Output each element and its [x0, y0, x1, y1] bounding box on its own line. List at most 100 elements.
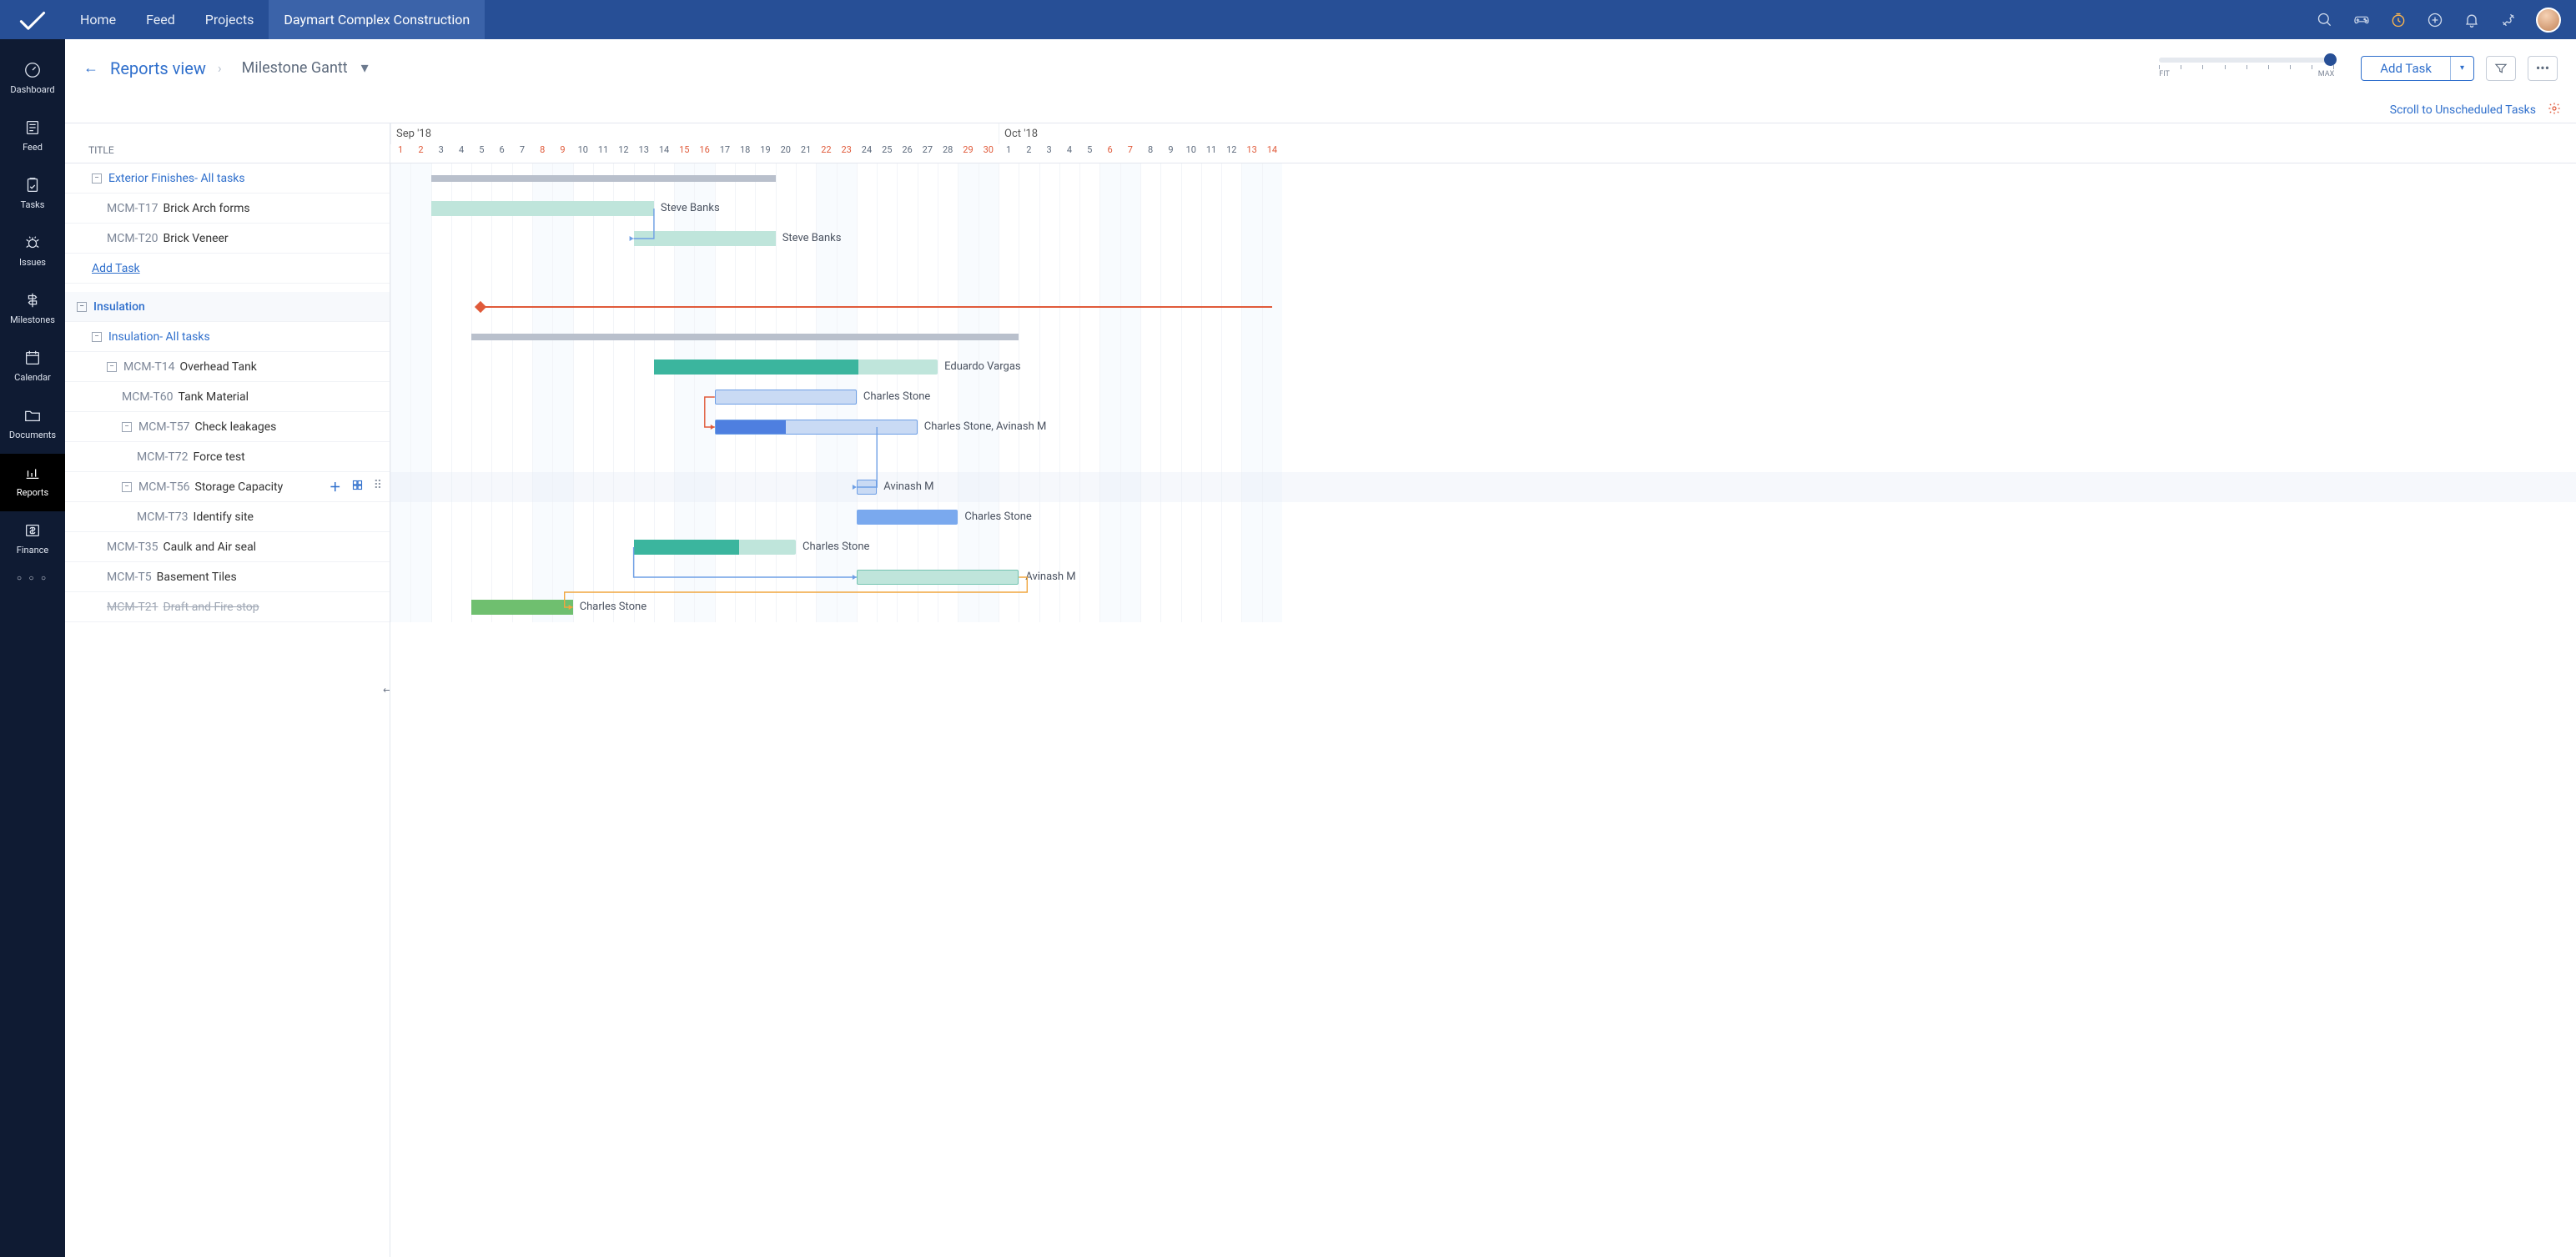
sidebar-item-reports[interactable]: Reports [0, 454, 65, 511]
day-label: 5 [1079, 144, 1099, 163]
avatar[interactable] [2536, 8, 2561, 33]
day-label: 9 [552, 144, 572, 163]
timeline-header: Sep '18Oct '18 1234567891011121314151617… [390, 123, 2576, 163]
task-row[interactable]: MCM-T72Force test [65, 442, 390, 472]
collapse-icon[interactable]: − [122, 482, 132, 492]
task-row[interactable]: MCM-T5Basement Tiles [65, 562, 390, 592]
month-label: Oct '18 [999, 123, 1282, 144]
top-tab-feed[interactable]: Feed [131, 0, 190, 39]
gamepad-icon[interactable] [2352, 11, 2371, 29]
task-id: MCM-T14 [123, 360, 175, 374]
assignee-label: Avinash M [883, 480, 933, 493]
day-label: 22 [816, 144, 836, 163]
sidebar-item-issues[interactable]: Issues [0, 224, 65, 281]
collapse-icon[interactable]: − [107, 362, 117, 372]
sidebar-more[interactable]: ○ ○ ○ [17, 574, 48, 583]
group-row[interactable]: −Exterior Finishes- All tasks [65, 163, 390, 194]
task-row[interactable]: −MCM-T14 Overhead Tank [65, 352, 390, 382]
task-bar[interactable] [431, 201, 654, 216]
back-arrow-icon[interactable]: ← [83, 59, 98, 77]
gantt-row: Steve Banks [390, 194, 2576, 224]
top-tab-home[interactable]: Home [65, 0, 131, 39]
zoom-slider[interactable]: FITMAX [2159, 58, 2334, 78]
breadcrumb-reports[interactable]: Reports view [110, 58, 206, 78]
drag-handle-icon[interactable]: ⠿ [374, 479, 381, 495]
summary-bar[interactable] [471, 334, 1019, 340]
sidebar-item-label: Issues [19, 257, 46, 268]
tools-icon[interactable] [2499, 11, 2518, 29]
day-label: 10 [1181, 144, 1201, 163]
sidebar-item-label: Milestones [10, 314, 55, 325]
group-row[interactable]: −Insulation- All tasks [65, 322, 390, 352]
view-selector[interactable]: Milestone Gantt ▾ [242, 59, 369, 77]
task-bar[interactable] [471, 600, 573, 615]
sidebar-item-milestones[interactable]: Milestones [0, 281, 65, 339]
sidebar-item-dashboard[interactable]: Dashboard [0, 51, 65, 108]
search-icon[interactable] [2316, 11, 2334, 29]
task-detail-icon[interactable] [351, 479, 364, 495]
bell-icon[interactable] [2463, 11, 2481, 29]
filter-button[interactable] [2486, 56, 2516, 81]
task-row[interactable]: −MCM-T56Storage Capacity＋⠿ [65, 472, 390, 502]
task-bar[interactable] [634, 540, 796, 555]
sidebar-item-documents[interactable]: Documents [0, 396, 65, 454]
sidebar-item-finance[interactable]: Finance [0, 511, 65, 569]
collapse-icon[interactable]: − [122, 422, 132, 432]
task-row[interactable]: MCM-T35Caulk and Air seal [65, 532, 390, 562]
sidebar-item-calendar[interactable]: Calendar [0, 339, 65, 396]
day-label: 15 [674, 144, 694, 163]
day-label: 17 [715, 144, 735, 163]
summary-bar[interactable] [431, 175, 776, 182]
add-task-dropdown[interactable]: ▾ [2450, 57, 2473, 80]
task-row[interactable]: MCM-T60Tank Material [65, 382, 390, 412]
add-task-button[interactable]: Add Task ▾ [2361, 56, 2474, 81]
task-bar[interactable] [634, 231, 776, 246]
more-button[interactable]: ••• [2528, 56, 2558, 81]
task-bar[interactable] [715, 420, 918, 435]
task-id: MCM-T57 [138, 420, 190, 434]
sidebar-item-label: Calendar [14, 372, 51, 383]
app-logo[interactable] [0, 6, 65, 34]
sidebar-item-feed[interactable]: Feed [0, 108, 65, 166]
add-subtask-icon[interactable]: ＋ [330, 479, 341, 495]
milestone-label: Insulation [93, 300, 145, 314]
scroll-unscheduled-link[interactable]: Scroll to Unscheduled Tasks [2390, 103, 2536, 117]
column-splitter[interactable] [385, 123, 390, 1257]
zoom-knob[interactable] [2324, 53, 2337, 66]
task-bar[interactable] [857, 510, 958, 525]
top-tab-daymart-complex-construction[interactable]: Daymart Complex Construction [269, 0, 485, 39]
day-label: 18 [735, 144, 755, 163]
add-icon[interactable] [2426, 11, 2444, 29]
collapse-icon[interactable]: − [92, 332, 102, 342]
topbar: HomeFeedProjectsDaymart Complex Construc… [0, 0, 2576, 39]
task-name: Caulk and Air seal [164, 541, 257, 554]
task-row[interactable]: −MCM-T57Check leakages [65, 412, 390, 442]
assignee-label: Charles Stone [580, 601, 647, 613]
timer-icon[interactable] [2389, 11, 2407, 29]
add-task-inline-link[interactable]: Add Task [92, 262, 140, 275]
day-label: 6 [1099, 144, 1119, 163]
sidebar-item-tasks[interactable]: Tasks [0, 166, 65, 224]
zoom-min-label: FIT [2159, 70, 2170, 78]
task-name: Overhead Tank [180, 360, 257, 374]
add-task-link-row[interactable]: Add Task [65, 254, 390, 284]
task-panel: TITLE −Exterior Finishes- All tasksMCM-T… [65, 123, 390, 1257]
task-bar[interactable] [654, 360, 938, 375]
task-row[interactable]: MCM-T17Brick Arch forms [65, 194, 390, 224]
top-tab-projects[interactable]: Projects [190, 0, 269, 39]
collapse-icon[interactable]: − [77, 302, 87, 312]
settings-gear-icon[interactable] [2548, 102, 2561, 118]
group-label: Exterior Finishes- All tasks [108, 172, 245, 185]
milestone-row[interactable]: −Insulation [65, 292, 390, 322]
task-row[interactable]: MCM-T20Brick Veneer [65, 224, 390, 254]
day-label: 3 [431, 144, 451, 163]
task-bar[interactable] [857, 570, 1019, 585]
task-row[interactable]: MCM-T73Identify site [65, 502, 390, 532]
task-row[interactable]: MCM-T21Draft and Fire stop [65, 592, 390, 622]
day-label: 16 [694, 144, 714, 163]
sidebar-item-label: Dashboard [10, 84, 54, 95]
task-bar[interactable] [715, 390, 857, 405]
task-name: Draft and Fire stop [164, 601, 259, 614]
task-bar[interactable] [857, 480, 877, 495]
collapse-icon[interactable]: − [92, 173, 102, 184]
